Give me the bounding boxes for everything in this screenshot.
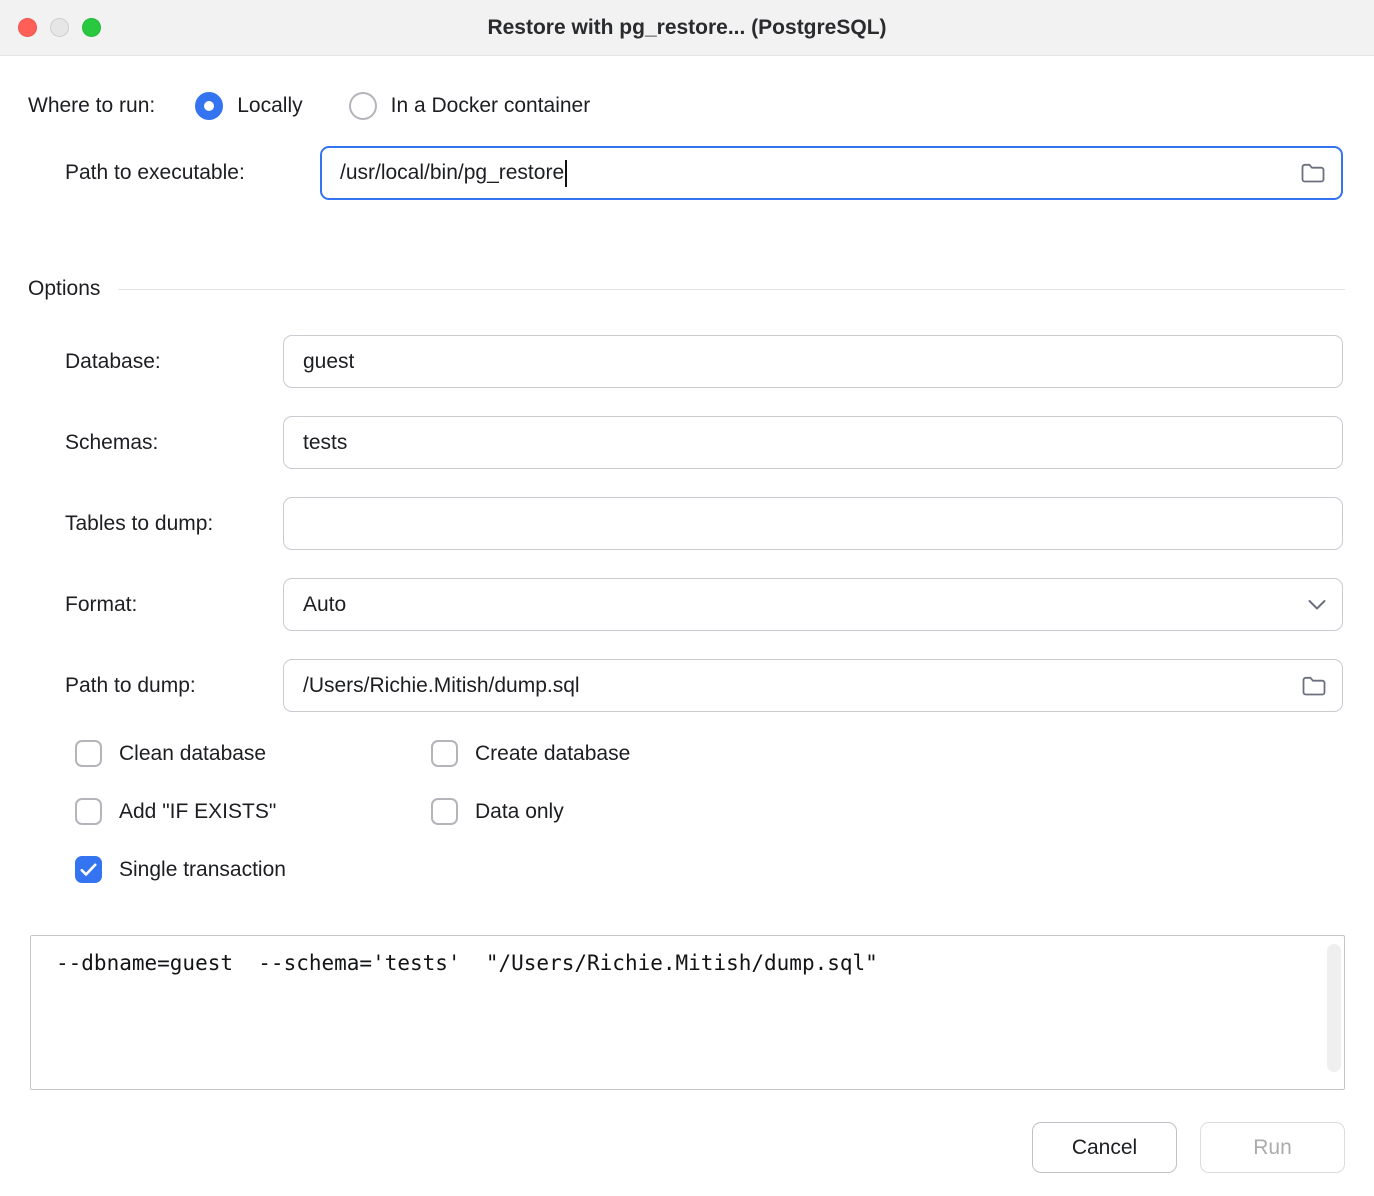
checkbox-label: Clean database bbox=[119, 742, 266, 766]
cancel-button[interactable]: Cancel bbox=[1032, 1122, 1177, 1173]
radio-icon-locally bbox=[195, 92, 223, 120]
command-preview-text: --dbname=guest --schema='tests' "/Users/… bbox=[31, 936, 1344, 975]
database-row: Database: guest bbox=[65, 335, 1343, 388]
path-to-dump-row: Path to dump: /Users/Richie.Mitish/dump.… bbox=[65, 659, 1343, 712]
options-section-header: Options bbox=[28, 273, 1345, 305]
tables-to-dump-row: Tables to dump: bbox=[65, 497, 1343, 550]
path-to-executable-label: Path to executable: bbox=[65, 161, 320, 185]
format-select[interactable]: Auto bbox=[283, 578, 1343, 631]
checkbox-label: Add "IF EXISTS" bbox=[119, 800, 276, 824]
radio-label-locally: Locally bbox=[237, 94, 302, 118]
database-value: guest bbox=[303, 350, 354, 374]
checkbox-single-transaction[interactable]: Single transaction bbox=[75, 856, 1374, 883]
checkbox-icon bbox=[75, 856, 102, 883]
radio-option-docker[interactable]: In a Docker container bbox=[349, 92, 591, 120]
schemas-label: Schemas: bbox=[65, 431, 283, 455]
checkbox-icon bbox=[75, 798, 102, 825]
window-title: Restore with pg_restore... (PostgreSQL) bbox=[0, 16, 1374, 40]
schemas-value: tests bbox=[303, 431, 347, 455]
checkbox-icon bbox=[431, 798, 458, 825]
database-label: Database: bbox=[65, 350, 283, 374]
titlebar: Restore with pg_restore... (PostgreSQL) bbox=[0, 0, 1374, 56]
format-label: Format: bbox=[65, 593, 283, 617]
path-to-dump-input[interactable]: /Users/Richie.Mitish/dump.sql bbox=[283, 659, 1343, 712]
checkbox-icon bbox=[431, 740, 458, 767]
dialog-footer: Cancel Run bbox=[1032, 1122, 1345, 1173]
checkbox-grid: Clean database Create database Add "IF E… bbox=[75, 740, 1374, 883]
database-input[interactable]: guest bbox=[283, 335, 1343, 388]
chevron-down-icon bbox=[1308, 599, 1326, 610]
checkbox-clean-database[interactable]: Clean database bbox=[75, 740, 431, 767]
format-value: Auto bbox=[303, 593, 346, 617]
where-to-run-row: Where to run: Locally In a Docker contai… bbox=[28, 86, 1374, 126]
folder-browse-icon[interactable] bbox=[1302, 676, 1326, 696]
command-preview-box[interactable]: --dbname=guest --schema='tests' "/Users/… bbox=[30, 935, 1345, 1090]
checkbox-label: Single transaction bbox=[119, 858, 286, 882]
radio-option-locally[interactable]: Locally bbox=[195, 92, 302, 120]
checkbox-add-if-exists[interactable]: Add "IF EXISTS" bbox=[75, 798, 431, 825]
folder-browse-icon[interactable] bbox=[1301, 163, 1325, 183]
vertical-scrollbar[interactable] bbox=[1325, 942, 1341, 1083]
checkbox-label: Data only bbox=[475, 800, 564, 824]
tables-to-dump-input[interactable] bbox=[283, 497, 1343, 550]
section-divider bbox=[118, 289, 1345, 290]
path-to-executable-row: Path to executable: /usr/local/bin/pg_re… bbox=[65, 146, 1343, 200]
run-button[interactable]: Run bbox=[1200, 1122, 1345, 1173]
schemas-input[interactable]: tests bbox=[283, 416, 1343, 469]
options-section-title: Options bbox=[28, 277, 100, 301]
path-to-executable-input[interactable]: /usr/local/bin/pg_restore bbox=[320, 146, 1343, 200]
text-caret bbox=[565, 160, 567, 187]
options-fields: Database: guest Schemas: tests Tables to… bbox=[65, 335, 1343, 712]
checkbox-data-only[interactable]: Data only bbox=[431, 798, 1374, 825]
format-row: Format: Auto bbox=[65, 578, 1343, 631]
radio-icon-docker bbox=[349, 92, 377, 120]
schemas-row: Schemas: tests bbox=[65, 416, 1343, 469]
checkbox-create-database[interactable]: Create database bbox=[431, 740, 1374, 767]
restore-dialog: Restore with pg_restore... (PostgreSQL) … bbox=[0, 0, 1374, 1196]
checkbox-label: Create database bbox=[475, 742, 630, 766]
radio-label-docker: In a Docker container bbox=[391, 94, 591, 118]
tables-to-dump-label: Tables to dump: bbox=[65, 512, 283, 536]
path-to-executable-value: /usr/local/bin/pg_restore bbox=[340, 161, 564, 185]
path-to-dump-value: /Users/Richie.Mitish/dump.sql bbox=[303, 674, 580, 698]
path-to-dump-label: Path to dump: bbox=[65, 674, 283, 698]
scrollbar-thumb[interactable] bbox=[1327, 944, 1341, 1072]
checkbox-icon bbox=[75, 740, 102, 767]
where-to-run-label: Where to run: bbox=[28, 94, 155, 118]
